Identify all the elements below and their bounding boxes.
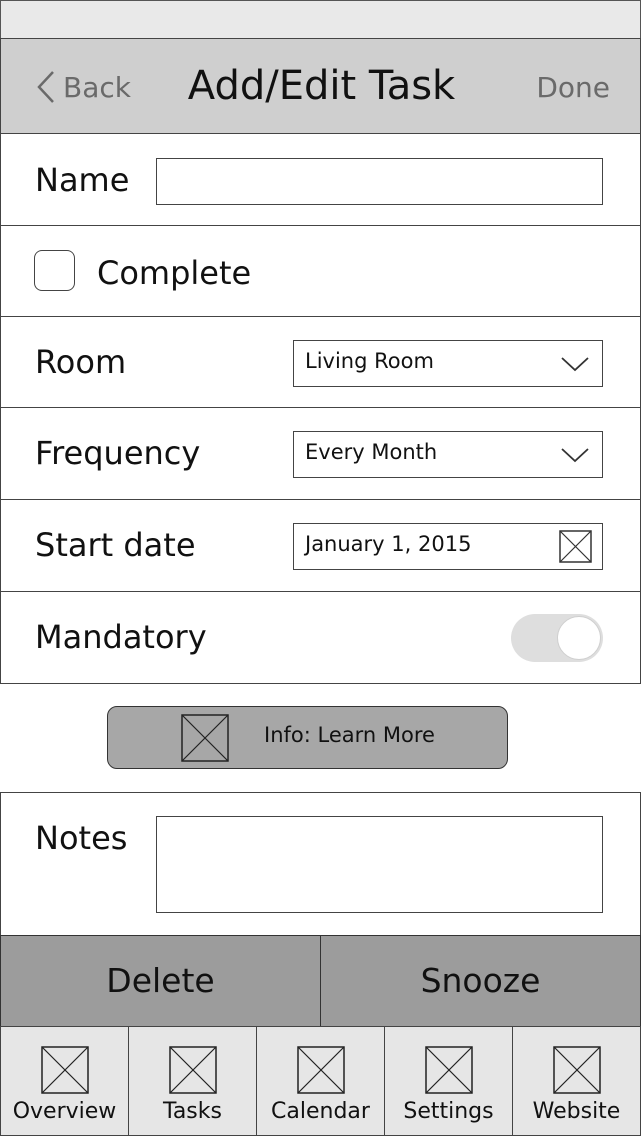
- chevron-down-icon: [561, 357, 589, 372]
- image-placeholder-icon: [297, 1046, 345, 1094]
- notes-label: Notes: [35, 819, 128, 857]
- done-button[interactable]: Done: [536, 71, 610, 104]
- mandatory-toggle[interactable]: [511, 614, 603, 662]
- chevron-down-icon: [561, 448, 589, 463]
- frequency-select-value: Every Month: [305, 440, 438, 464]
- snooze-button[interactable]: Snooze: [320, 935, 641, 1027]
- start-date-row: Start date January 1, 2015: [0, 499, 641, 592]
- name-row: Name: [0, 133, 641, 226]
- image-placeholder-icon: [169, 1046, 217, 1094]
- tab-settings[interactable]: Settings: [384, 1026, 513, 1136]
- tab-label: Settings: [403, 1099, 494, 1124]
- tab-label: Website: [532, 1099, 621, 1124]
- start-date-label: Start date: [35, 526, 196, 564]
- image-placeholder-icon: [425, 1046, 473, 1094]
- frequency-row: Frequency Every Month: [0, 407, 641, 500]
- tab-website[interactable]: Website: [512, 1026, 641, 1136]
- room-select[interactable]: Living Room: [293, 340, 603, 387]
- status-bar: [0, 0, 641, 39]
- frequency-label: Frequency: [35, 434, 201, 472]
- mandatory-row: Mandatory: [0, 591, 641, 684]
- tab-label: Overview: [12, 1099, 117, 1124]
- info-button-label: Info: Learn More: [264, 723, 435, 747]
- start-date-value: January 1, 2015: [305, 532, 472, 556]
- complete-row: Complete: [0, 225, 641, 317]
- notes-row: Notes: [0, 792, 641, 936]
- notes-textarea[interactable]: [156, 816, 603, 913]
- complete-label: Complete: [97, 254, 252, 292]
- complete-checkbox[interactable]: [34, 250, 75, 291]
- image-placeholder-icon: [181, 714, 229, 762]
- tab-label: Tasks: [163, 1099, 222, 1124]
- name-label: Name: [35, 161, 130, 199]
- delete-button[interactable]: Delete: [0, 935, 321, 1027]
- start-date-field[interactable]: January 1, 2015: [293, 523, 603, 570]
- tab-calendar[interactable]: Calendar: [256, 1026, 385, 1136]
- tab-label: Calendar: [271, 1099, 370, 1124]
- room-label: Room: [35, 343, 127, 381]
- tab-tasks[interactable]: Tasks: [128, 1026, 257, 1136]
- info-learn-more-button[interactable]: Info: Learn More: [107, 706, 508, 769]
- room-select-value: Living Room: [305, 349, 434, 373]
- image-placeholder-icon: [41, 1046, 89, 1094]
- toggle-knob: [557, 616, 601, 660]
- calendar-icon: [559, 530, 592, 563]
- mandatory-label: Mandatory: [35, 618, 207, 656]
- frequency-select[interactable]: Every Month: [293, 431, 603, 478]
- navigation-bar: Back Add/Edit Task Done: [0, 38, 641, 134]
- room-row: Room Living Room: [0, 316, 641, 408]
- name-field[interactable]: [156, 158, 603, 205]
- image-placeholder-icon: [553, 1046, 601, 1094]
- tab-overview[interactable]: Overview: [0, 1026, 129, 1136]
